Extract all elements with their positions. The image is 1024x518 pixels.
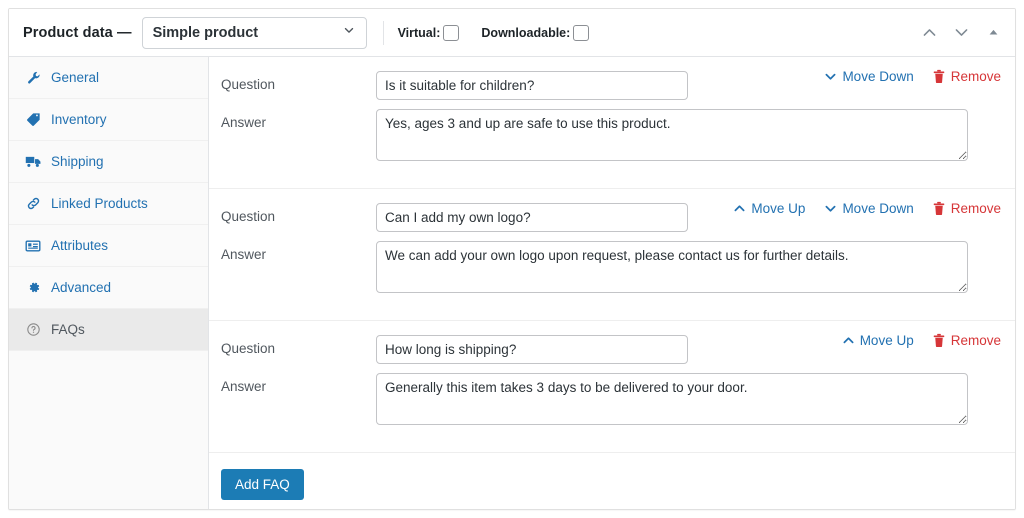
sidebar-item-inventory[interactable]: Inventory <box>9 99 208 141</box>
move-down-link[interactable]: Move Down <box>823 201 913 216</box>
downloadable-label: Downloadable: <box>481 26 570 40</box>
faq-answer-textarea[interactable] <box>376 241 968 293</box>
faq-question-input[interactable] <box>376 203 688 232</box>
faq-row-actions: Move Down Remove <box>823 69 1001 84</box>
move-down-icon[interactable] <box>947 19 975 47</box>
faq-add-bar: Add FAQ <box>209 453 1015 500</box>
product-type-value: Simple product <box>153 25 342 41</box>
remove-label: Remove <box>951 333 1001 348</box>
move-up-label: Move Up <box>751 201 805 216</box>
sidebar-item-faqs[interactable]: FAQs <box>9 309 208 351</box>
answer-label: Answer <box>221 109 376 130</box>
product-data-header: Product data — Simple product Virtual: D… <box>9 9 1015 57</box>
product-data-tabs: General Inventory Shipping Linked Produc… <box>9 57 209 510</box>
question-circle-icon <box>23 320 43 340</box>
virtual-checkbox[interactable] <box>443 25 459 41</box>
remove-link[interactable]: Remove <box>932 201 1001 216</box>
header-actions <box>915 19 1007 47</box>
faq-row: Question Answer Move Up <box>209 189 1015 321</box>
truck-icon <box>23 152 43 172</box>
chevron-down-icon <box>342 23 356 42</box>
product-data-panel: Product data — Simple product Virtual: D… <box>8 8 1016 510</box>
sidebar-item-advanced[interactable]: Advanced <box>9 267 208 309</box>
toggle-panel-icon[interactable] <box>979 19 1007 47</box>
sidebar-item-label: Linked Products <box>51 196 148 211</box>
header-divider <box>383 21 384 45</box>
move-down-label: Move Down <box>842 201 913 216</box>
answer-label: Answer <box>221 241 376 262</box>
virtual-label: Virtual: <box>398 26 441 40</box>
trash-icon <box>932 201 946 216</box>
sidebar-item-label: General <box>51 70 99 85</box>
question-label: Question <box>221 203 376 224</box>
faq-row-actions: Move Up Remove <box>841 333 1001 348</box>
sidebar-item-label: Inventory <box>51 112 107 127</box>
remove-label: Remove <box>951 201 1001 216</box>
move-down-label: Move Down <box>842 69 913 84</box>
sidebar-item-linked-products[interactable]: Linked Products <box>9 183 208 225</box>
faq-answer-line: Answer <box>209 241 1015 293</box>
remove-link[interactable]: Remove <box>932 69 1001 84</box>
sidebar-item-label: Attributes <box>51 238 108 253</box>
sidebar-item-label: Shipping <box>51 154 104 169</box>
faq-row: Question Answer Move Down <box>209 57 1015 189</box>
sidebar-item-shipping[interactable]: Shipping <box>9 141 208 183</box>
chevron-up-icon <box>732 201 747 216</box>
remove-label: Remove <box>951 69 1001 84</box>
faq-answer-line: Answer <box>209 373 1015 425</box>
sidebar-item-attributes[interactable]: Attributes <box>9 225 208 267</box>
answer-label: Answer <box>221 373 376 394</box>
faq-question-input[interactable] <box>376 71 688 100</box>
virtual-checkbox-group[interactable]: Virtual: <box>398 25 460 41</box>
sidebar-item-label: Advanced <box>51 280 111 295</box>
faqs-panel: Question Answer Move Down <box>209 57 1015 510</box>
chevron-down-icon <box>823 69 838 84</box>
sidebar-item-general[interactable]: General <box>9 57 208 99</box>
faq-row: Question Answer Move Up <box>209 321 1015 453</box>
faq-answer-line: Answer <box>209 109 1015 161</box>
move-up-link[interactable]: Move Up <box>841 333 914 348</box>
attributes-icon <box>23 236 43 256</box>
faq-answer-textarea[interactable] <box>376 109 968 161</box>
faq-row-actions: Move Up Move Down Remove <box>732 201 1001 216</box>
sidebar-item-label: FAQs <box>51 322 85 337</box>
move-down-link[interactable]: Move Down <box>823 69 913 84</box>
gear-icon <box>23 278 43 298</box>
chevron-up-icon <box>841 333 856 348</box>
move-up-label: Move Up <box>860 333 914 348</box>
remove-link[interactable]: Remove <box>932 333 1001 348</box>
trash-icon <box>932 69 946 84</box>
move-up-link[interactable]: Move Up <box>732 201 805 216</box>
trash-icon <box>932 333 946 348</box>
faq-question-input[interactable] <box>376 335 688 364</box>
faq-answer-textarea[interactable] <box>376 373 968 425</box>
tag-icon <box>23 110 43 130</box>
chevron-down-icon <box>823 201 838 216</box>
link-icon <box>23 194 43 214</box>
add-faq-button[interactable]: Add FAQ <box>221 469 304 500</box>
question-label: Question <box>221 71 376 92</box>
downloadable-checkbox[interactable] <box>573 25 589 41</box>
page-title: Product data — <box>23 25 132 41</box>
product-type-select[interactable]: Simple product <box>142 17 367 49</box>
product-data-body: General Inventory Shipping Linked Produc… <box>9 57 1015 510</box>
move-up-icon[interactable] <box>915 19 943 47</box>
downloadable-checkbox-group[interactable]: Downloadable: <box>481 25 589 41</box>
wrench-icon <box>23 68 43 88</box>
question-label: Question <box>221 335 376 356</box>
